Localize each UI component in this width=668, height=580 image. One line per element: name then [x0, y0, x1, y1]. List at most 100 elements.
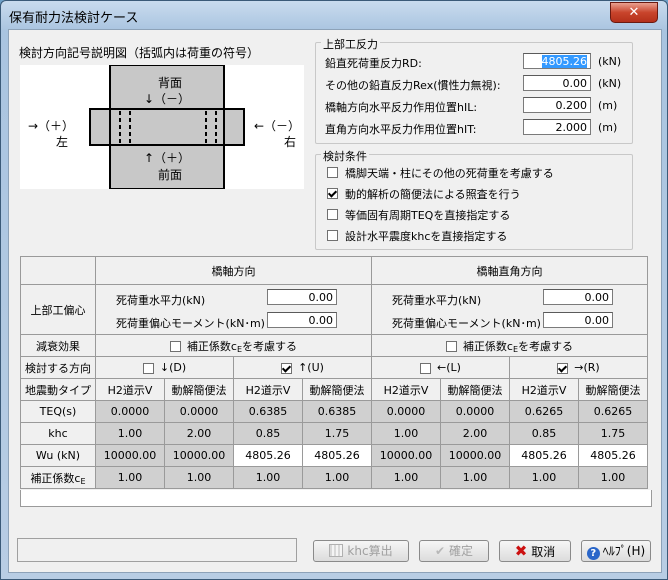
- rd-input[interactable]: 4805.26: [523, 53, 591, 69]
- ce-cell[interactable]: 1.00: [440, 466, 510, 489]
- ce-cell[interactable]: 1.00: [578, 466, 648, 489]
- table-row: TEQ(s) 0.0000 0.0000 0.6385 0.6385 0.000…: [20, 400, 648, 423]
- damp-perp-suffix: を考慮する: [518, 339, 574, 353]
- teq-cell[interactable]: 0.6265: [578, 400, 648, 423]
- damp-axis-checkbox[interactable]: [169, 341, 181, 352]
- col-type-5: H2道示V: [371, 378, 441, 401]
- hit-input[interactable]: 2.000: [523, 119, 591, 135]
- khc-cell[interactable]: 1.00: [371, 422, 441, 445]
- khc-cell[interactable]: 2.00: [164, 422, 234, 445]
- ecc-perp-cell: 死荷重水平力(kN) 0.00 死荷重偏心モーメント(kN･m) 0.00: [371, 284, 648, 335]
- dir-right-cell[interactable]: →(R): [509, 356, 648, 379]
- ce-cell[interactable]: 1.00: [371, 466, 441, 489]
- help-button[interactable]: ? ﾍﾙﾌﾟ(H): [581, 540, 651, 562]
- status-bar: [17, 538, 297, 562]
- teq-cell[interactable]: 0.6385: [233, 400, 303, 423]
- dir-left-cell[interactable]: ←(L): [371, 356, 510, 379]
- condition-checkbox-3[interactable]: [327, 209, 338, 220]
- wu-cell[interactable]: 4805.26: [302, 444, 372, 467]
- case-grid: 橋軸方向 橋軸直角方向 上部工偏心 死荷重水平力(kN) 0.00 死荷重偏心モ…: [20, 256, 648, 489]
- ecc-perp-m-input[interactable]: 0.00: [543, 311, 613, 328]
- condition-label-4[interactable]: 設計水平震度khcを直接指定する: [345, 228, 507, 244]
- damp-perp-cell[interactable]: 補正係数cEを考慮する: [371, 334, 648, 357]
- ecc-axis-h-label: 死荷重水平力(kN): [116, 293, 206, 307]
- dir-label: 検討する方向: [20, 356, 96, 379]
- dir-left-checkbox[interactable]: [420, 362, 432, 374]
- wu-cell[interactable]: 10000.00: [164, 444, 234, 467]
- damp-perp-checkbox[interactable]: [445, 341, 457, 352]
- head-axis: 橋軸方向: [95, 256, 372, 285]
- row-label-khc: khc: [20, 422, 96, 445]
- ce-cell[interactable]: 1.00: [95, 466, 165, 489]
- teq-cell[interactable]: 0.0000: [95, 400, 165, 423]
- head-perp: 橋軸直角方向: [371, 256, 648, 285]
- hil-input[interactable]: 0.200: [523, 97, 591, 113]
- ce-cell[interactable]: 1.00: [302, 466, 372, 489]
- rex-input[interactable]: 0.00: [523, 75, 591, 91]
- confirm-label: 確定: [449, 544, 474, 558]
- dir-right-checkbox[interactable]: [557, 362, 569, 374]
- wu-cell[interactable]: 10000.00: [371, 444, 441, 467]
- teq-cell[interactable]: 0.6265: [509, 400, 579, 423]
- dir-right-label: →(R): [574, 361, 600, 374]
- window-title: 保有耐力法検討ケース: [9, 11, 139, 26]
- teq-cell[interactable]: 0.0000: [371, 400, 441, 423]
- wu-cell[interactable]: 4805.26: [509, 444, 579, 467]
- ce-cell[interactable]: 1.00: [233, 466, 303, 489]
- dir-up-cell[interactable]: ↑(U): [233, 356, 372, 379]
- diagram-left-label: 左: [56, 135, 69, 149]
- diagram-left-arrow: →（＋）: [28, 119, 75, 133]
- khc-calc-button[interactable]: khc算出: [313, 540, 409, 562]
- teq-cell[interactable]: 0.0000: [164, 400, 234, 423]
- ecc-perp-h-label: 死荷重水平力(kN): [392, 293, 482, 307]
- diagram-right-arrow: ←（－）: [254, 119, 301, 133]
- cancel-button[interactable]: ✖ 取消: [499, 540, 571, 562]
- col-type-7: H2道示V: [509, 378, 579, 401]
- ce-cell[interactable]: 1.00: [164, 466, 234, 489]
- khc-cell[interactable]: 1.75: [302, 422, 372, 445]
- help-label: ﾍﾙﾌﾟ(H): [602, 544, 646, 558]
- condition-label-2[interactable]: 動的解析の簡便法による照査を行う: [345, 186, 521, 202]
- ecc-perp-m-label: 死荷重偏心モーメント(kN･m): [392, 316, 541, 330]
- hil-label: 橋軸方向水平反力作用位置hIL:: [325, 101, 478, 114]
- wu-cell[interactable]: 4805.26: [578, 444, 648, 467]
- khc-cell[interactable]: 0.85: [233, 422, 303, 445]
- dir-up-checkbox[interactable]: [281, 362, 293, 374]
- ecc-perp-h-input[interactable]: 0.00: [543, 288, 613, 305]
- wu-cell[interactable]: 10000.00: [440, 444, 510, 467]
- teq-cell[interactable]: 0.6385: [302, 400, 372, 423]
- cancel-label: 取消: [531, 545, 556, 559]
- close-button[interactable]: ✕: [610, 2, 658, 23]
- condition-label-3[interactable]: 等価固有周期TEQを直接指定する: [345, 207, 510, 223]
- rex-label: その他の鉛直反力Rex(慣性力無視):: [325, 79, 501, 92]
- row-label-wu: Wu (kN): [20, 444, 96, 467]
- khc-cell[interactable]: 1.00: [95, 422, 165, 445]
- condition-checkbox-4[interactable]: [327, 230, 338, 241]
- wu-cell[interactable]: 4805.26: [233, 444, 303, 467]
- wu-cell[interactable]: 10000.00: [95, 444, 165, 467]
- ecc-axis-cell: 死荷重水平力(kN) 0.00 死荷重偏心モーメント(kN･m) 0.00: [95, 284, 372, 335]
- khc-cell[interactable]: 2.00: [440, 422, 510, 445]
- rex-unit: (kN): [598, 77, 622, 90]
- diagram-top-arrow: ↓（－）: [144, 92, 191, 106]
- condition-checkbox-1[interactable]: [327, 167, 338, 178]
- damp-axis-cell[interactable]: 補正係数cEを考慮する: [95, 334, 372, 357]
- khc-cell[interactable]: 1.75: [578, 422, 648, 445]
- conditions-group-title: 検討条件: [321, 148, 369, 164]
- confirm-button[interactable]: ✔ 確定: [419, 540, 489, 562]
- condition-label-1[interactable]: 橋脚天端・柱にその他の死荷重を考慮する: [345, 165, 554, 181]
- dir-down-checkbox[interactable]: [142, 362, 154, 374]
- col-type-6: 動解簡便法: [440, 378, 510, 401]
- check-icon: ✔: [434, 544, 446, 558]
- title-bar: 保有耐力法検討ケース ✕: [1, 1, 667, 29]
- ce-cell[interactable]: 1.00: [509, 466, 579, 489]
- ecc-axis-m-input[interactable]: 0.00: [267, 311, 337, 328]
- pier-beam: [89, 108, 245, 146]
- khc-cell[interactable]: 0.85: [509, 422, 579, 445]
- damp-label: 減衰効果: [20, 334, 96, 357]
- teq-cell[interactable]: 0.0000: [440, 400, 510, 423]
- dir-down-cell[interactable]: ↓(D): [95, 356, 234, 379]
- ecc-axis-h-input[interactable]: 0.00: [267, 288, 337, 305]
- condition-checkbox-2[interactable]: [327, 188, 338, 199]
- col-type-2: 動解簡便法: [164, 378, 234, 401]
